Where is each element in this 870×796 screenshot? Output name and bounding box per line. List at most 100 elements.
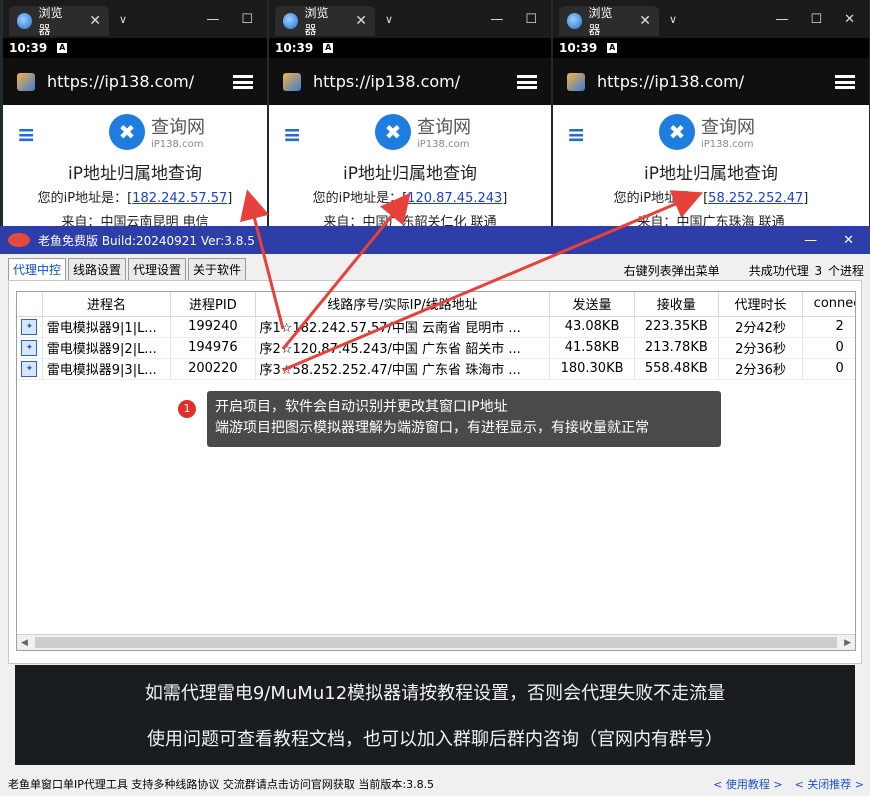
tutorial-link[interactable]: < 使用教程 > [713, 776, 782, 792]
cell-line: 序1☆182.242.57.57/中国 云南省 昆明市 ... [255, 316, 551, 338]
tab-proxy-control[interactable]: 代理中控 [8, 258, 67, 280]
emulator-icon: ✦ [21, 318, 38, 335]
col-received[interactable]: 接收量 [634, 292, 719, 317]
hamburger-icon[interactable]: ≡ [283, 123, 301, 148]
browser-tab-title: 浏览器 [304, 6, 329, 37]
ip-line: 您的iP地址是：[182.242.57.57] [37, 191, 233, 206]
scroll-right-icon[interactable]: ▶ [844, 635, 851, 650]
ip-link[interactable]: 58.252.252.47 [708, 191, 803, 206]
browser-tab-title: 浏览器 [588, 6, 613, 37]
tab-proxy-settings[interactable]: 代理设置 [128, 258, 187, 280]
maximize-icon[interactable]: ☐ [525, 12, 537, 27]
table-row[interactable]: ✦ 雷电模拟器9|2|L... 194976 序2☆120.87.45.243/… [17, 337, 855, 359]
browser-tab[interactable]: 浏览器 ✕ [275, 6, 375, 37]
minimize-icon[interactable]: — [490, 12, 503, 27]
cell-name: 雷电模拟器9|2|L... [42, 337, 172, 359]
chevron-down-icon[interactable]: ∨ [385, 13, 393, 26]
web-page: ≡ ✖ 查询网 iP138.com iP地址归属地查询 您的iP地址是：[182.… [3, 105, 267, 230]
horizontal-scrollbar[interactable]: ◀ ▶ [17, 634, 855, 650]
browser-tabbar: 浏览器 ✕ ∨ — ☐ ✕ [553, 0, 869, 38]
page-title: iP地址归属地查询 [343, 164, 477, 184]
chevron-down-icon[interactable]: ∨ [119, 13, 127, 26]
site-logo[interactable]: ✖ 查询网 iP138.com [109, 113, 205, 150]
emulator-icon: ✦ [21, 339, 38, 356]
ip-label: 您的iP地址是： [37, 191, 128, 206]
web-page: ≡ ✖ 查询网 iP138.com iP地址归属地查询 您的iP地址是：[58.2… [553, 105, 869, 230]
col-line[interactable]: 线路序号/实际IP/线路地址 [255, 292, 551, 317]
row-icon: ✦ [17, 337, 43, 359]
cell-received: 558.48KB [634, 358, 719, 380]
row-icon: ✦ [17, 316, 43, 338]
window-controls: — ☐ ✕ [775, 12, 869, 27]
ip-link[interactable]: 120.87.45.243 [407, 191, 502, 206]
notification-icon: A [607, 43, 618, 53]
tooltip-line-2: 端游项目把图示模拟器理解为端游窗口，有进程显示，有接收量就正常 [215, 420, 649, 436]
browser-window-2: 浏览器 ✕ ∨ — ☐ 10:39 A https://ip138.com/ ≡… [269, 0, 551, 230]
globe-icon [283, 13, 299, 29]
close-tab-icon[interactable]: ✕ [355, 13, 367, 29]
app-title: 老鱼免费版 Build:20240921 Ver:3.8.5 [38, 233, 255, 248]
cell-sent: 41.58KB [549, 337, 635, 359]
close-tab-icon[interactable]: ✕ [639, 13, 651, 29]
menu-icon[interactable] [835, 74, 855, 89]
wrench-icon: ✖ [659, 113, 695, 150]
site-icon [567, 72, 585, 91]
hamburger-icon[interactable]: ≡ [17, 123, 35, 148]
tab-about[interactable]: 关于软件 [188, 258, 247, 280]
page-title: iP地址归属地查询 [68, 164, 202, 184]
web-page: ≡ ✖ 查询网 iP138.com iP地址归属地查询 您的iP地址是：[120.… [269, 105, 551, 230]
address-bar[interactable]: https://ip138.com/ [3, 58, 267, 105]
col-process-name[interactable]: 进程名 [42, 292, 172, 317]
maximize-icon[interactable]: ☐ [810, 12, 822, 27]
table-header: 进程名 进程PID 线路序号/实际IP/线路地址 发送量 接收量 代理时长 co… [17, 292, 855, 317]
close-tab-icon[interactable]: ✕ [89, 13, 101, 29]
close-window-icon[interactable]: ✕ [844, 12, 855, 27]
menu-icon[interactable] [517, 74, 537, 89]
notice-line-1: 如需代理雷电9/MuMu12模拟器请按教程设置，否则会代理失败不走流量 [144, 683, 726, 704]
col-icon [17, 292, 43, 317]
logo-sub: iP138.com [701, 139, 754, 150]
tab-line-settings[interactable]: 线路设置 [68, 258, 127, 280]
ip-link[interactable]: 182.242.57.57 [132, 191, 227, 206]
col-sent[interactable]: 发送量 [549, 292, 635, 317]
emulator-icon: ✦ [21, 360, 38, 377]
ip-line: 您的iP地址是：[58.252.252.47] [613, 191, 809, 206]
process-table[interactable]: 进程名 进程PID 线路序号/实际IP/线路地址 发送量 接收量 代理时长 co… [16, 291, 856, 651]
site-logo[interactable]: ✖ 查询网 iP138.com [375, 113, 471, 150]
scroll-left-icon[interactable]: ◀ [21, 635, 28, 650]
menu-icon[interactable] [233, 74, 253, 89]
address-bar[interactable]: https://ip138.com/ [553, 58, 869, 105]
success-count: 共成功代理 3 个进程 [748, 264, 864, 278]
notification-icon: A [323, 43, 334, 53]
hamburger-icon[interactable]: ≡ [567, 123, 585, 148]
url-text[interactable]: https://ip138.com/ [313, 72, 460, 91]
page-title: iP地址归属地查询 [644, 164, 778, 184]
logo-title: 查询网 [417, 117, 471, 138]
scroll-thumb[interactable] [35, 637, 837, 648]
col-pid[interactable]: 进程PID [170, 292, 256, 317]
minimize-icon[interactable]: — [804, 233, 817, 248]
table-row[interactable]: ✦ 雷电模拟器9|1|L... 199240 序1☆182.242.57.57/… [17, 316, 855, 338]
logo-title: 查询网 [701, 117, 755, 138]
address-bar[interactable]: https://ip138.com/ [269, 58, 551, 105]
chevron-down-icon[interactable]: ∨ [669, 13, 677, 26]
maximize-icon[interactable]: ☐ [241, 12, 253, 27]
cell-received: 223.35KB [634, 316, 719, 338]
browser-tab[interactable]: 浏览器 ✕ [9, 6, 109, 37]
close-recommend-link[interactable]: < 关闭推荐 > [795, 776, 864, 792]
minimize-icon[interactable]: — [206, 12, 219, 27]
url-text[interactable]: https://ip138.com/ [47, 72, 194, 91]
col-connect[interactable]: connect [802, 292, 855, 317]
minimize-icon[interactable]: — [775, 12, 788, 27]
url-text[interactable]: https://ip138.com/ [597, 72, 744, 91]
cell-sent: 43.08KB [549, 316, 635, 338]
phone-status-bar: 10:39 A [269, 38, 551, 58]
col-duration[interactable]: 代理时长 [718, 292, 804, 317]
window-controls: — ☐ [206, 12, 267, 27]
browser-tab[interactable]: 浏览器 ✕ [559, 6, 659, 37]
proxy-panel: 进程名 进程PID 线路序号/实际IP/线路地址 发送量 接收量 代理时长 co… [8, 280, 862, 664]
table-row[interactable]: ✦ 雷电模拟器9|3|L... 200220 序3☆58.252.252.47/… [17, 358, 855, 380]
site-logo[interactable]: ✖ 查询网 iP138.com [659, 113, 755, 150]
close-icon[interactable]: ✕ [843, 233, 854, 248]
globe-icon [567, 13, 583, 29]
